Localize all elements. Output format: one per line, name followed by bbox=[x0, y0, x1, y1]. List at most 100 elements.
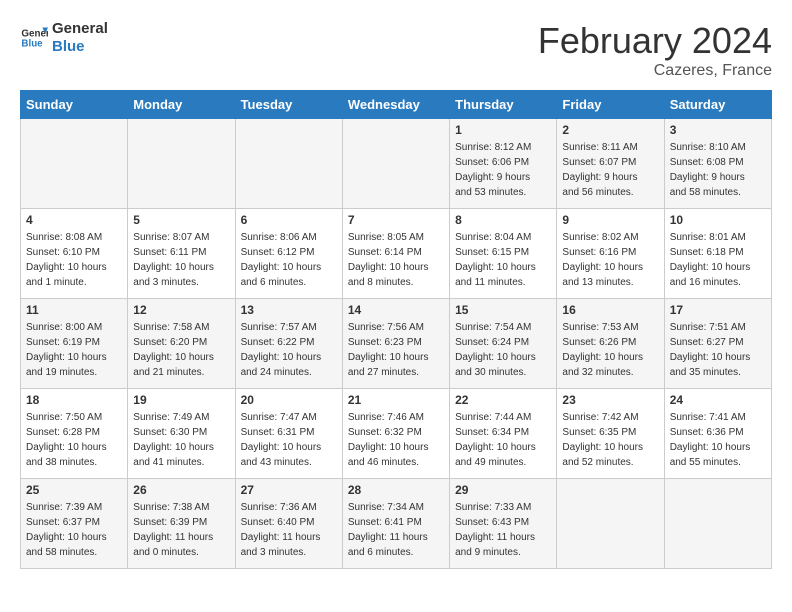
col-header-thursday: Thursday bbox=[450, 91, 557, 119]
calendar-cell: 7 Sunrise: 8:05 AM Sunset: 6:14 PM Daylig… bbox=[342, 209, 449, 299]
calendar-header-row: SundayMondayTuesdayWednesdayThursdayFrid… bbox=[21, 91, 772, 119]
day-info: Sunrise: 8:00 AM Sunset: 6:19 PM Dayligh… bbox=[26, 320, 122, 380]
logo: General Blue General Blue bbox=[20, 20, 108, 56]
calendar-cell: 20Sunrise: 7:47 AM Sunset: 6:31 PM Dayli… bbox=[235, 389, 342, 479]
day-number: 11 bbox=[26, 303, 122, 317]
day-info: Sunrise: 7:46 AM Sunset: 6:32 PM Dayligh… bbox=[348, 410, 444, 470]
calendar-cell: 24 Sunrise: 7:41 AM Sunset: 6:36 PM Dayli… bbox=[664, 389, 771, 479]
day-info: Sunrise: 7:36 AM Sunset: 6:40 PM Dayligh… bbox=[241, 500, 337, 560]
day-number: 5 bbox=[133, 213, 229, 227]
day-info: Sunrise: 7:39 AM Sunset: 6:37 PM Dayligh… bbox=[26, 500, 122, 560]
day-info: Sunrise: 7:47 AM Sunset: 6:31 PM Dayligh… bbox=[241, 410, 337, 470]
day-number: 22 bbox=[455, 393, 551, 407]
day-info: Sunrise: 8:07 AM Sunset: 6:11 PM Dayligh… bbox=[133, 230, 229, 290]
day-number: 10 bbox=[670, 213, 766, 227]
calendar-cell: 22 Sunrise: 7:44 AM Sunset: 6:34 PM Dayli… bbox=[450, 389, 557, 479]
day-info: Sunrise: 7:41 AM Sunset: 6:36 PM Dayligh… bbox=[670, 410, 766, 470]
day-number: 8 bbox=[455, 213, 551, 227]
month-title: February 2024 bbox=[538, 20, 772, 62]
day-number: 2 bbox=[562, 123, 658, 137]
day-info: Sunrise: 7:42 AM Sunset: 6:35 PM Dayligh… bbox=[562, 410, 658, 470]
day-info: Sunrise: 8:05 AM Sunset: 6:14 PM Dayligh… bbox=[348, 230, 444, 290]
calendar-cell bbox=[128, 119, 235, 209]
calendar-cell: 13Sunrise: 7:57 AM Sunset: 6:22 PM Dayli… bbox=[235, 299, 342, 389]
day-number: 25 bbox=[26, 483, 122, 497]
day-number: 1 bbox=[455, 123, 551, 137]
calendar-cell: 15 Sunrise: 7:54 AM Sunset: 6:24 PM Dayli… bbox=[450, 299, 557, 389]
day-info: Sunrise: 7:54 AM Sunset: 6:24 PM Dayligh… bbox=[455, 320, 551, 380]
day-number: 28 bbox=[348, 483, 444, 497]
day-info: Sunrise: 8:06 AM Sunset: 6:12 PM Dayligh… bbox=[241, 230, 337, 290]
calendar-cell: 28 Sunrise: 7:34 AM Sunset: 6:41 PM Dayli… bbox=[342, 479, 449, 569]
day-number: 19 bbox=[133, 393, 229, 407]
day-number: 21 bbox=[348, 393, 444, 407]
day-info: Sunrise: 7:53 AM Sunset: 6:26 PM Dayligh… bbox=[562, 320, 658, 380]
calendar-cell: 18Sunrise: 7:50 AM Sunset: 6:28 PM Dayli… bbox=[21, 389, 128, 479]
col-header-wednesday: Wednesday bbox=[342, 91, 449, 119]
calendar-cell: 26Sunrise: 7:38 AM Sunset: 6:39 PM Dayli… bbox=[128, 479, 235, 569]
day-number: 14 bbox=[348, 303, 444, 317]
calendar-cell: 3 Sunrise: 8:10 AM Sunset: 6:08 PM Daylig… bbox=[664, 119, 771, 209]
day-number: 6 bbox=[241, 213, 337, 227]
col-header-friday: Friday bbox=[557, 91, 664, 119]
col-header-tuesday: Tuesday bbox=[235, 91, 342, 119]
col-header-sunday: Sunday bbox=[21, 91, 128, 119]
day-info: Sunrise: 8:10 AM Sunset: 6:08 PM Dayligh… bbox=[670, 140, 766, 200]
day-info: Sunrise: 7:33 AM Sunset: 6:43 PM Dayligh… bbox=[455, 500, 551, 560]
day-info: Sunrise: 8:04 AM Sunset: 6:15 PM Dayligh… bbox=[455, 230, 551, 290]
calendar-cell: 5 Sunrise: 8:07 AM Sunset: 6:11 PM Daylig… bbox=[128, 209, 235, 299]
calendar-week-row: 4 Sunrise: 8:08 AM Sunset: 6:10 PM Daylig… bbox=[21, 209, 772, 299]
day-number: 24 bbox=[670, 393, 766, 407]
calendar-cell: 29Sunrise: 7:33 AM Sunset: 6:43 PM Dayli… bbox=[450, 479, 557, 569]
day-info: Sunrise: 7:50 AM Sunset: 6:28 PM Dayligh… bbox=[26, 410, 122, 470]
calendar-week-row: 18Sunrise: 7:50 AM Sunset: 6:28 PM Dayli… bbox=[21, 389, 772, 479]
calendar-cell: 11 Sunrise: 8:00 AM Sunset: 6:19 PM Dayli… bbox=[21, 299, 128, 389]
calendar-cell: 12 Sunrise: 7:58 AM Sunset: 6:20 PM Dayli… bbox=[128, 299, 235, 389]
col-header-monday: Monday bbox=[128, 91, 235, 119]
page-header: General Blue General Blue February 2024 … bbox=[20, 20, 772, 80]
day-info: Sunrise: 8:11 AM Sunset: 6:07 PM Dayligh… bbox=[562, 140, 658, 200]
calendar-cell: 27Sunrise: 7:36 AM Sunset: 6:40 PM Dayli… bbox=[235, 479, 342, 569]
calendar-cell: 21 Sunrise: 7:46 AM Sunset: 6:32 PM Dayli… bbox=[342, 389, 449, 479]
svg-text:Blue: Blue bbox=[21, 38, 43, 49]
calendar-week-row: 11 Sunrise: 8:00 AM Sunset: 6:19 PM Dayli… bbox=[21, 299, 772, 389]
calendar-cell: 9 Sunrise: 8:02 AM Sunset: 6:16 PM Daylig… bbox=[557, 209, 664, 299]
calendar-cell bbox=[235, 119, 342, 209]
day-number: 17 bbox=[670, 303, 766, 317]
day-info: Sunrise: 7:49 AM Sunset: 6:30 PM Dayligh… bbox=[133, 410, 229, 470]
day-info: Sunrise: 7:57 AM Sunset: 6:22 PM Dayligh… bbox=[241, 320, 337, 380]
title-block: February 2024 Cazeres, France bbox=[538, 20, 772, 80]
day-info: Sunrise: 7:44 AM Sunset: 6:34 PM Dayligh… bbox=[455, 410, 551, 470]
calendar-week-row: 1 Sunrise: 8:12 AM Sunset: 6:06 PM Daylig… bbox=[21, 119, 772, 209]
calendar-cell: 23 Sunrise: 7:42 AM Sunset: 6:35 PM Dayli… bbox=[557, 389, 664, 479]
logo-text-blue: Blue bbox=[52, 38, 108, 56]
day-info: Sunrise: 8:12 AM Sunset: 6:06 PM Dayligh… bbox=[455, 140, 551, 200]
day-info: Sunrise: 7:34 AM Sunset: 6:41 PM Dayligh… bbox=[348, 500, 444, 560]
calendar-cell: 14 Sunrise: 7:56 AM Sunset: 6:23 PM Dayli… bbox=[342, 299, 449, 389]
day-number: 4 bbox=[26, 213, 122, 227]
calendar-cell: 25 Sunrise: 7:39 AM Sunset: 6:37 PM Dayli… bbox=[21, 479, 128, 569]
day-info: Sunrise: 8:01 AM Sunset: 6:18 PM Dayligh… bbox=[670, 230, 766, 290]
day-info: Sunrise: 8:02 AM Sunset: 6:16 PM Dayligh… bbox=[562, 230, 658, 290]
day-number: 3 bbox=[670, 123, 766, 137]
calendar-table: SundayMondayTuesdayWednesdayThursdayFrid… bbox=[20, 90, 772, 569]
calendar-cell: 2 Sunrise: 8:11 AM Sunset: 6:07 PM Daylig… bbox=[557, 119, 664, 209]
day-number: 7 bbox=[348, 213, 444, 227]
day-number: 16 bbox=[562, 303, 658, 317]
calendar-cell: 10 Sunrise: 8:01 AM Sunset: 6:18 PM Dayli… bbox=[664, 209, 771, 299]
day-info: Sunrise: 7:56 AM Sunset: 6:23 PM Dayligh… bbox=[348, 320, 444, 380]
calendar-cell: 16 Sunrise: 7:53 AM Sunset: 6:26 PM Dayli… bbox=[557, 299, 664, 389]
calendar-week-row: 25 Sunrise: 7:39 AM Sunset: 6:37 PM Dayli… bbox=[21, 479, 772, 569]
day-info: Sunrise: 7:58 AM Sunset: 6:20 PM Dayligh… bbox=[133, 320, 229, 380]
day-info: Sunrise: 8:08 AM Sunset: 6:10 PM Dayligh… bbox=[26, 230, 122, 290]
location: Cazeres, France bbox=[538, 62, 772, 80]
day-number: 23 bbox=[562, 393, 658, 407]
day-number: 12 bbox=[133, 303, 229, 317]
calendar-cell bbox=[21, 119, 128, 209]
day-number: 9 bbox=[562, 213, 658, 227]
logo-text-general: General bbox=[52, 20, 108, 38]
col-header-saturday: Saturday bbox=[664, 91, 771, 119]
day-info: Sunrise: 7:38 AM Sunset: 6:39 PM Dayligh… bbox=[133, 500, 229, 560]
calendar-cell: 8 Sunrise: 8:04 AM Sunset: 6:15 PM Daylig… bbox=[450, 209, 557, 299]
day-number: 15 bbox=[455, 303, 551, 317]
